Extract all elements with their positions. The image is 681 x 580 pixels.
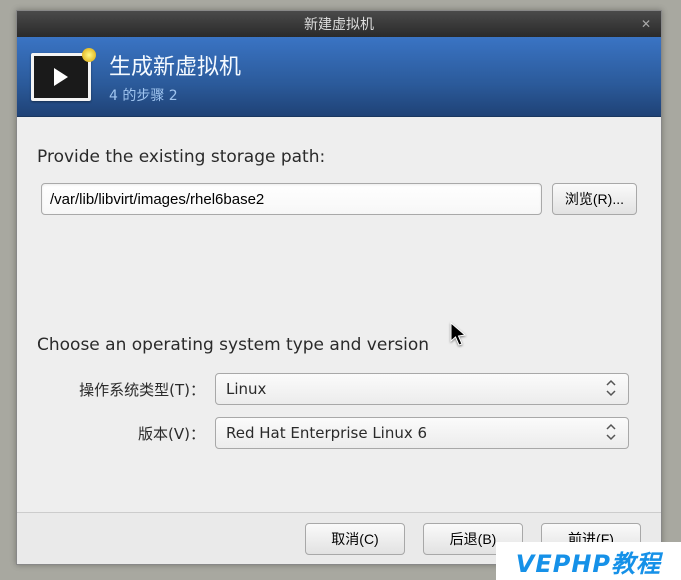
- titlebar[interactable]: 新建虚拟机 ✕: [17, 11, 661, 37]
- cancel-button[interactable]: 取消(C): [305, 523, 405, 555]
- browse-button[interactable]: 浏览(R)...: [552, 183, 637, 215]
- storage-heading: Provide the existing storage path:: [37, 147, 641, 167]
- os-heading: Choose an operating system type and vers…: [37, 335, 641, 355]
- os-type-combobox[interactable]: Linux: [215, 373, 629, 405]
- vm-monitor-icon: [31, 53, 91, 101]
- watermark-label: VEPHP教程: [496, 542, 681, 580]
- banner-step: 4 的步骤 2: [109, 85, 241, 105]
- os-version-value: Red Hat Enterprise Linux 6: [226, 424, 427, 442]
- dialog-content: Provide the existing storage path: 浏览(R)…: [17, 117, 661, 471]
- dialog-window: 新建虚拟机 ✕ 生成新虚拟机 4 的步骤 2 Provide the exist…: [16, 10, 662, 565]
- banner-title: 生成新虚拟机: [109, 49, 241, 81]
- close-icon[interactable]: ✕: [641, 17, 651, 31]
- updown-icon: [606, 379, 620, 397]
- os-type-label: 操作系统类型(T)：: [65, 379, 215, 400]
- updown-icon: [606, 423, 620, 441]
- os-version-label: 版本(V)：: [65, 423, 215, 444]
- window-title: 新建虚拟机: [17, 14, 661, 34]
- storage-path-input[interactable]: [41, 183, 542, 215]
- wizard-banner: 生成新虚拟机 4 的步骤 2: [17, 37, 661, 117]
- os-type-value: Linux: [226, 380, 266, 398]
- os-version-combobox[interactable]: Red Hat Enterprise Linux 6: [215, 417, 629, 449]
